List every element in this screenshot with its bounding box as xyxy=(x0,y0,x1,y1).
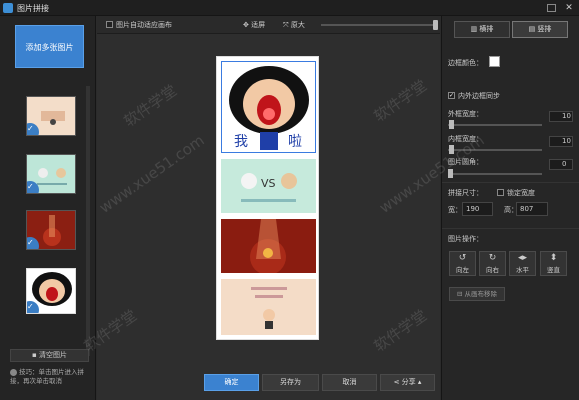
rotate-right-button[interactable]: ↻ 向右 xyxy=(479,251,506,276)
tab-horizontal-label: 横排 xyxy=(479,25,494,33)
clear-label: 清空图片 xyxy=(38,351,67,359)
peach-scene-image xyxy=(221,279,316,335)
flip-horizontal-button[interactable]: ◂▸ 水平 xyxy=(509,251,536,276)
remove-icon: ⊟ xyxy=(456,290,465,298)
fit-label: 适屏 xyxy=(251,21,266,29)
size-label: 拼接尺寸： xyxy=(448,189,483,197)
svg-text:VS: VS xyxy=(261,177,276,190)
sync-borders-checkbox[interactable]: ✓ xyxy=(448,92,455,99)
corner-radius-handle[interactable] xyxy=(448,169,453,178)
outer-width-label: 外框宽度： xyxy=(448,110,483,118)
canvas-image-4[interactable] xyxy=(221,279,316,335)
original-label: 原大 xyxy=(290,21,305,29)
canvas-area: 图片自动适应画布 ✥ 适屏 ⤧ 原大 我 啦 VS 确定 另存为 取消 ⋖ 分享… xyxy=(97,16,440,400)
width-input[interactable]: 190 xyxy=(462,202,493,216)
thumbnail-3[interactable]: ✓ xyxy=(26,210,76,250)
divider xyxy=(442,228,579,229)
inner-width-slider[interactable] xyxy=(448,149,542,151)
confirm-button[interactable]: 确定 xyxy=(204,374,259,391)
app-icon xyxy=(3,3,13,13)
share-label: 分享 xyxy=(401,378,416,386)
save-as-button[interactable]: 另存为 xyxy=(262,374,319,391)
width-label: 宽： xyxy=(448,206,462,214)
maximize-button[interactable] xyxy=(547,4,556,12)
tab-horizontal[interactable]: ▥ 横排 xyxy=(454,21,510,38)
height-input[interactable]: 807 xyxy=(516,202,548,216)
cartoon-scream-image: 我 啦 xyxy=(222,62,315,152)
canvas-image-1[interactable]: 我 啦 xyxy=(221,61,316,153)
thumbnail-4[interactable]: ✓ xyxy=(26,268,76,314)
vs-cartoon-image: VS xyxy=(221,159,316,213)
trash-icon: ▪ xyxy=(32,351,39,359)
sync-borders-label: 内外边框同步 xyxy=(458,92,500,100)
left-panel: 添加多张图片 ✓ ✓ ✓ ✓ ▪ 清空图片 技巧：单击图片进入拼接，再次单击取消 xyxy=(0,16,96,400)
inner-width-input[interactable]: 10 xyxy=(549,136,573,147)
canvas-image-3[interactable] xyxy=(221,219,316,273)
flip-horizontal-label: 水平 xyxy=(516,266,529,274)
outer-width-slider[interactable] xyxy=(448,124,542,126)
inner-width-label: 内框宽度： xyxy=(448,135,483,143)
fit-icon: ✥ xyxy=(243,21,252,29)
share-button[interactable]: ⋖ 分享 ▴ xyxy=(380,374,435,391)
rotate-left-label: 向左 xyxy=(456,266,469,274)
outer-width-handle[interactable] xyxy=(449,120,454,129)
rotate-left-button[interactable]: ↺ 向左 xyxy=(449,251,476,276)
outer-width-input[interactable]: 10 xyxy=(549,111,573,122)
original-size-icon: ⤧ xyxy=(283,21,291,29)
border-color-label: 边框颜色： xyxy=(448,59,483,67)
close-button[interactable]: ✕ xyxy=(562,1,576,15)
svg-text:啦: 啦 xyxy=(288,133,302,150)
flip-vertical-button[interactable]: ⬍ 竖直 xyxy=(540,251,567,276)
original-size-button[interactable]: ⤧ 原大 xyxy=(283,20,305,30)
image-ops-label: 图片操作： xyxy=(448,235,483,243)
title-bar: 图片拼接 ✕ xyxy=(0,0,579,16)
remove-from-canvas-button[interactable]: ⊟ 从画布移除 xyxy=(449,287,505,301)
divider xyxy=(442,182,579,183)
tip-label: 技巧：单击图片进入拼接，再次单击取消 xyxy=(10,368,84,385)
cancel-button[interactable]: 取消 xyxy=(322,374,377,391)
rotate-left-icon: ↺ xyxy=(458,253,467,263)
thumbnail-scrollbar[interactable] xyxy=(86,86,90,356)
corner-radius-input[interactable]: 0 xyxy=(549,159,573,170)
corner-radius-label: 图片圆角： xyxy=(448,158,483,166)
rotate-right-label: 向右 xyxy=(486,266,499,274)
svg-text:我: 我 xyxy=(234,134,248,150)
lock-width-label: 锁定宽度 xyxy=(507,189,535,197)
lightbulb-icon xyxy=(10,368,17,376)
auto-fit-checkbox[interactable] xyxy=(106,21,113,28)
add-images-button[interactable]: 添加多张图片 xyxy=(15,25,84,68)
red-stage-image xyxy=(221,219,316,273)
fit-screen-button[interactable]: ✥ 适屏 xyxy=(243,20,265,30)
auto-fit-label: 图片自动适应画布 xyxy=(116,21,172,29)
canvas-image-2[interactable]: VS xyxy=(221,159,316,213)
inner-width-handle[interactable] xyxy=(449,145,454,154)
window-title: 图片拼接 xyxy=(17,4,49,13)
flip-horizontal-icon: ◂▸ xyxy=(517,253,528,263)
flip-vertical-icon: ⬍ xyxy=(549,253,558,263)
stitch-canvas[interactable]: 我 啦 VS xyxy=(216,56,319,340)
zoom-slider-handle[interactable] xyxy=(433,20,438,30)
tab-vertical[interactable]: ▤ 竖排 xyxy=(512,21,568,38)
tip-text: 技巧：单击图片进入拼接，再次单击取消 xyxy=(10,368,94,386)
flip-vertical-label: 竖直 xyxy=(547,266,560,274)
share-icon: ⋖ xyxy=(393,378,402,386)
clear-images-button[interactable]: ▪ 清空图片 xyxy=(10,349,89,362)
tab-vertical-label: 竖排 xyxy=(537,25,552,33)
settings-panel: ▥ 横排 ▤ 竖排 边框颜色： ✓ 内外边框同步 外框宽度： 10 内框宽度： … xyxy=(441,16,579,400)
canvas-toolbar: 图片自动适应画布 ✥ 适屏 ⤧ 原大 xyxy=(97,16,440,34)
zoom-slider[interactable] xyxy=(321,24,435,26)
corner-radius-slider[interactable] xyxy=(448,173,542,175)
remove-label: 从画布移除 xyxy=(464,290,498,298)
chevron-up-icon: ▴ xyxy=(415,378,422,386)
thumbnail-list: ✓ ✓ ✓ ✓ xyxy=(22,88,82,350)
thumbnail-1[interactable]: ✓ xyxy=(26,96,76,136)
lock-width-checkbox[interactable] xyxy=(497,189,504,196)
thumbnail-2[interactable]: ✓ xyxy=(26,154,76,194)
rotate-right-icon: ↻ xyxy=(488,253,497,263)
border-color-swatch[interactable] xyxy=(489,56,500,67)
